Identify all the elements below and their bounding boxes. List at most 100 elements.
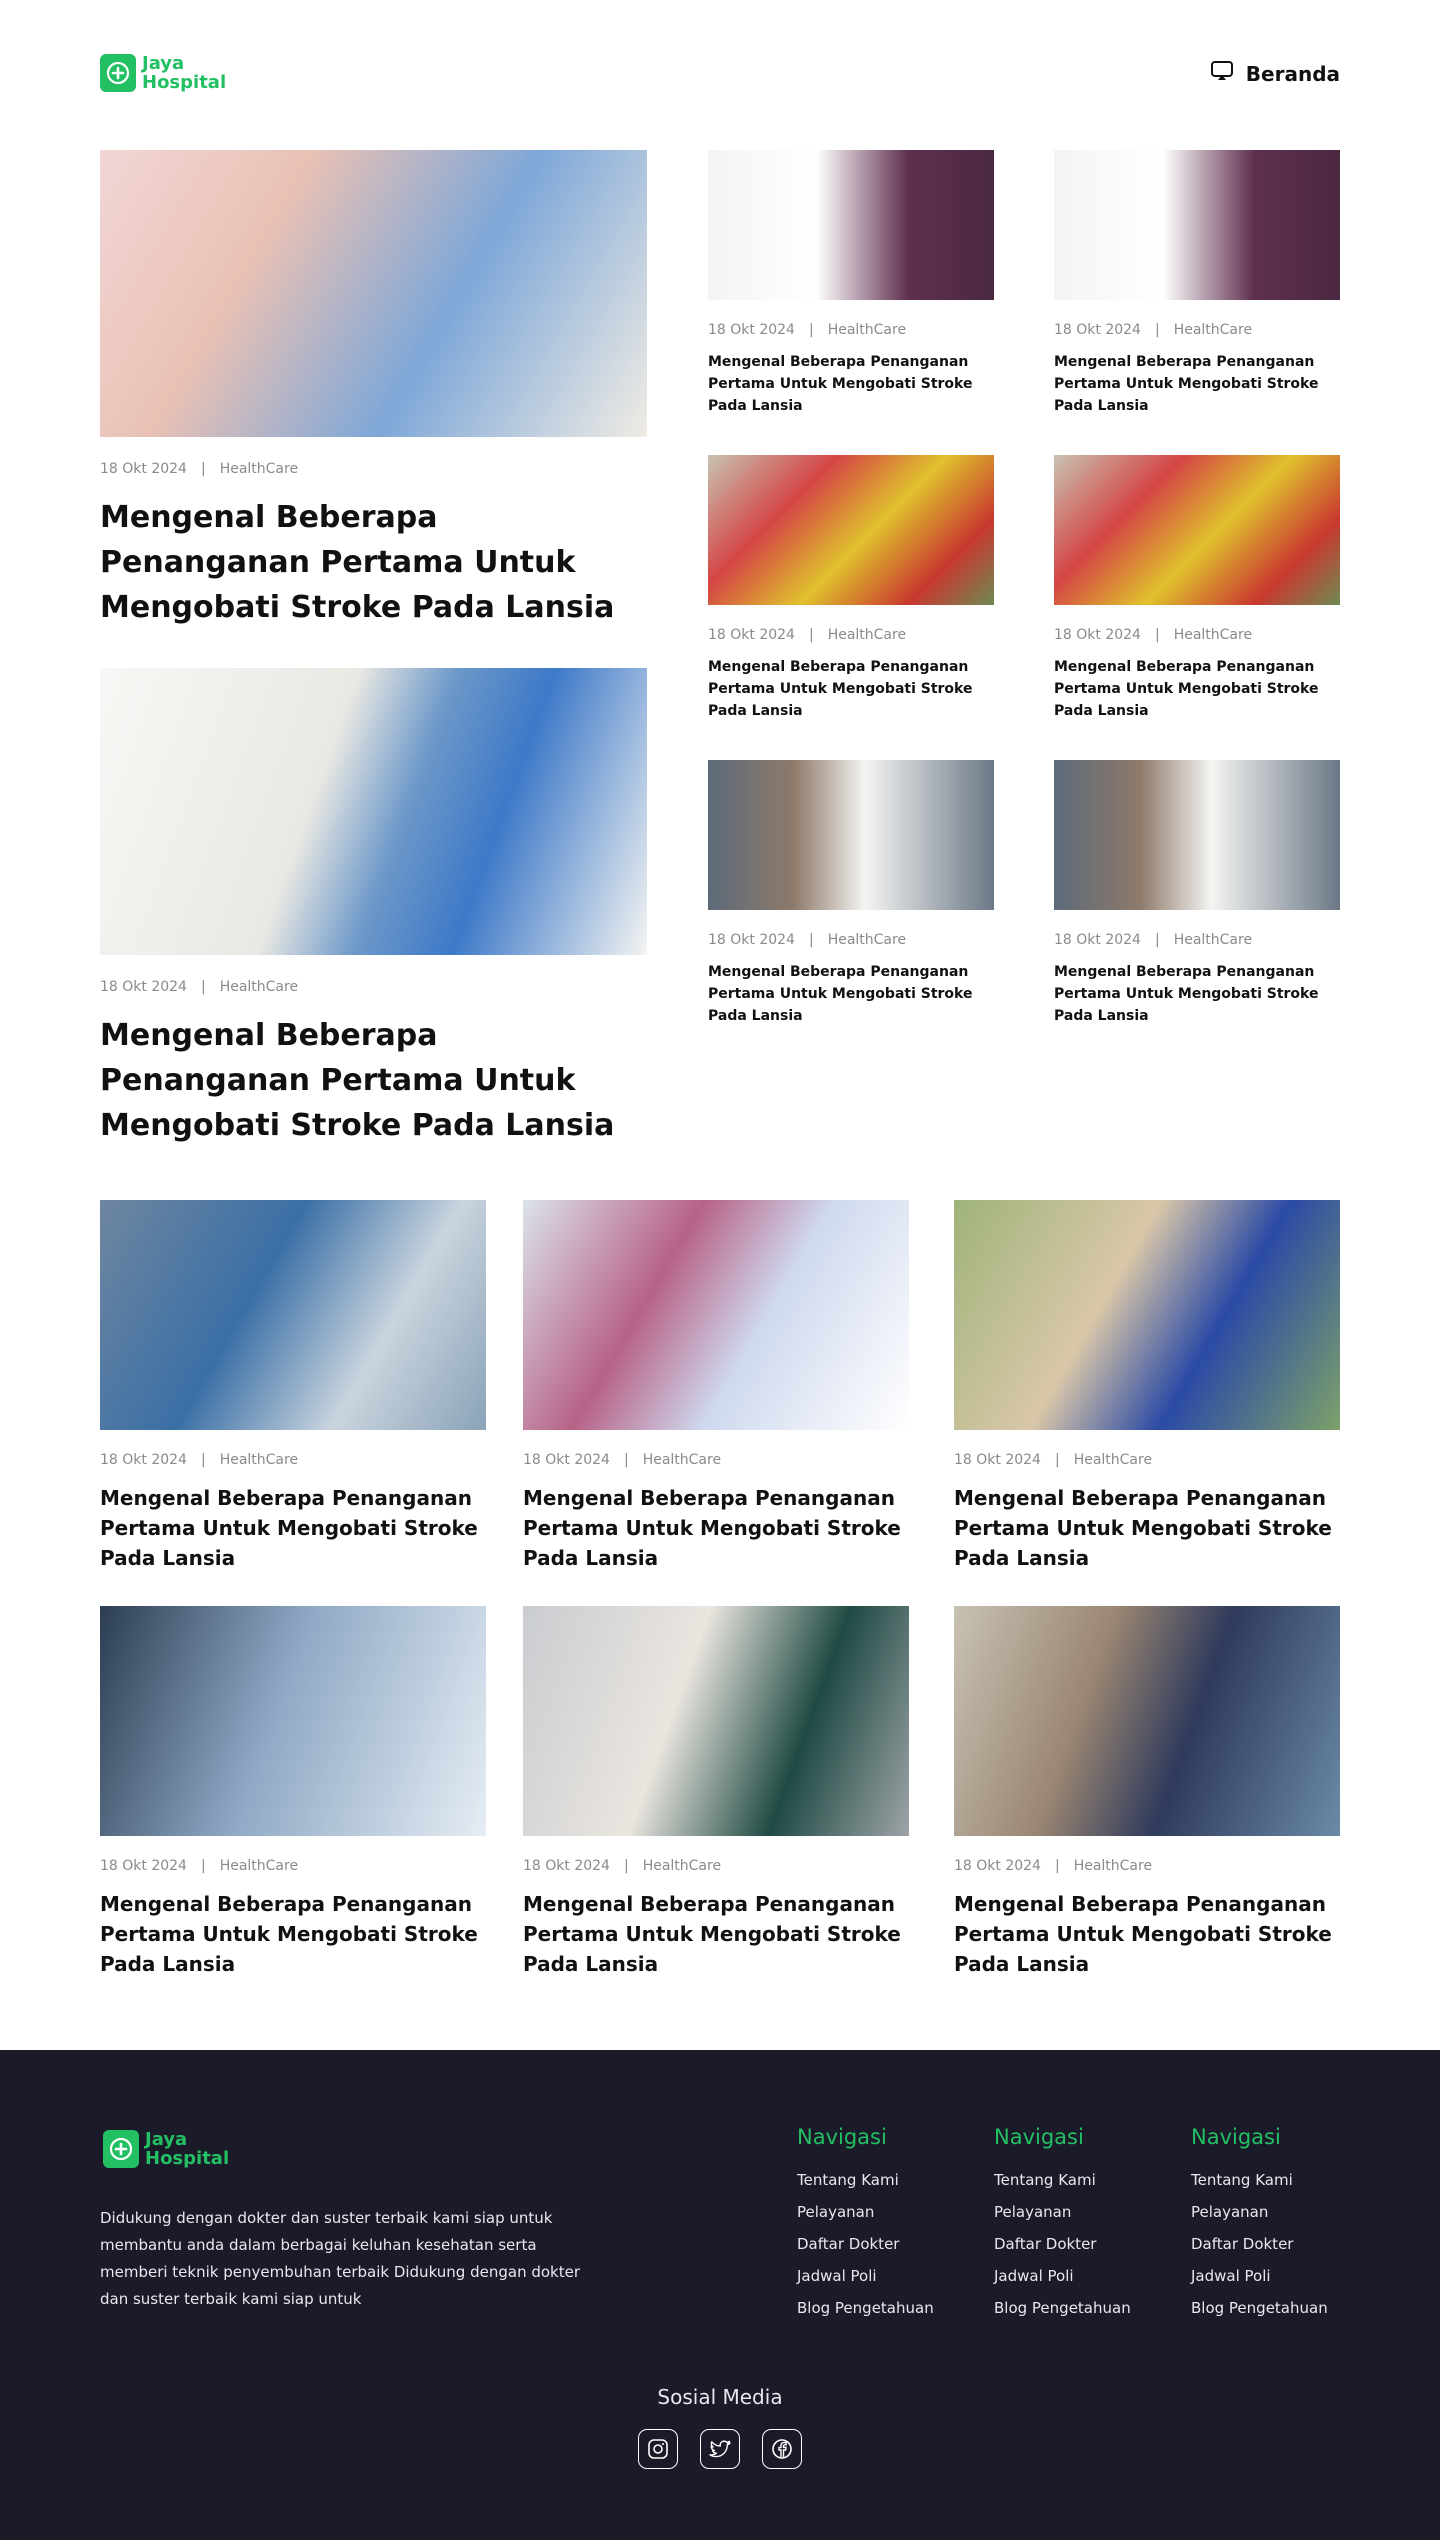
logo-text: Jaya Hospital: [142, 54, 226, 92]
grid-article-2[interactable]: 18 Okt 2024 | HealthCare Mengenal Beberapa…: [523, 1200, 909, 1573]
small-article-1[interactable]: 18 Okt 2024 | HealthCare Mengenal Beberapa…: [708, 150, 994, 417]
article-meta: 18 Okt 2024 | HealthCare: [708, 627, 994, 643]
article-date: 18 Okt 2024: [100, 1452, 187, 1468]
footer-link-pelayanan[interactable]: Pelayanan: [994, 2203, 1174, 2221]
logo-line-2: Hospital: [145, 2148, 230, 2169]
footer-link-daftar-dokter[interactable]: Daftar Dokter: [797, 2235, 977, 2253]
article-meta: 18 Okt 2024 | HealthCare: [708, 322, 994, 338]
grid-article-6[interactable]: 18 Okt 2024 | HealthCare Mengenal Beberapa…: [954, 1606, 1340, 1979]
article-title[interactable]: Mengenal Beberapa Penanganan Pertama Unt…: [1054, 351, 1340, 417]
article-category: HealthCare: [219, 461, 299, 477]
article-date: 18 Okt 2024: [100, 979, 187, 995]
meta-separator: |: [808, 932, 814, 948]
featured-article-2[interactable]: 18 Okt 2024 | HealthCare Mengenal Beberapa…: [100, 668, 647, 1148]
article-category: HealthCare: [1073, 1452, 1153, 1468]
grid-article-5[interactable]: 18 Okt 2024 | HealthCare Mengenal Beberapa…: [523, 1606, 909, 1979]
hospital-cross-icon: [100, 54, 136, 92]
nav-home-link[interactable]: Beranda: [1210, 60, 1340, 87]
meta-separator: |: [200, 1452, 206, 1468]
facebook-icon[interactable]: [762, 2429, 802, 2469]
article-meta: 18 Okt 2024 | HealthCare: [1054, 932, 1340, 948]
article-title[interactable]: Mengenal Beberapa Penanganan Pertama Unt…: [954, 1889, 1340, 1979]
social-heading: Sosial Media: [657, 2385, 783, 2409]
meta-separator: |: [200, 1858, 206, 1874]
footer-link-pelayanan[interactable]: Pelayanan: [797, 2203, 977, 2221]
footer-link-tentang-kami[interactable]: Tentang Kami: [994, 2171, 1174, 2189]
article-date: 18 Okt 2024: [523, 1858, 610, 1874]
article-title[interactable]: Mengenal Beberapa Penanganan Pertama Unt…: [100, 1013, 647, 1148]
article-title[interactable]: Mengenal Beberapa Penanganan Pertama Unt…: [708, 351, 994, 417]
article-image: [523, 1606, 909, 1836]
footer-nav-column-2: Navigasi Tentang Kami Pelayanan Daftar D…: [994, 2125, 1174, 2331]
logo-line-2: Hospital: [142, 72, 227, 93]
instagram-icon[interactable]: [638, 2429, 678, 2469]
article-image: [100, 150, 647, 437]
article-title[interactable]: Mengenal Beberapa Penanganan Pertama Unt…: [1054, 961, 1340, 1027]
article-date: 18 Okt 2024: [1054, 627, 1141, 643]
article-meta: 18 Okt 2024 | HealthCare: [100, 1452, 486, 1468]
article-category: HealthCare: [1173, 932, 1253, 948]
small-article-5[interactable]: 18 Okt 2024 | HealthCare Mengenal Beberapa…: [708, 760, 994, 1027]
article-category: HealthCare: [1073, 1858, 1153, 1874]
meta-separator: |: [1154, 322, 1160, 338]
small-article-3[interactable]: 18 Okt 2024 | HealthCare Mengenal Beberapa…: [708, 455, 994, 722]
article-category: HealthCare: [642, 1452, 722, 1468]
footer-link-tentang-kami[interactable]: Tentang Kami: [797, 2171, 977, 2189]
footer-nav-heading: Navigasi: [994, 2125, 1084, 2149]
article-title[interactable]: Mengenal Beberapa Penanganan Pertama Unt…: [954, 1483, 1340, 1573]
footer-link-tentang-kami[interactable]: Tentang Kami: [1191, 2171, 1371, 2189]
article-title[interactable]: Mengenal Beberapa Penanganan Pertama Unt…: [523, 1889, 909, 1979]
article-category: HealthCare: [827, 932, 907, 948]
footer-nav-column-1: Navigasi Tentang Kami Pelayanan Daftar D…: [797, 2125, 977, 2331]
grid-article-1[interactable]: 18 Okt 2024 | HealthCare Mengenal Beberapa…: [100, 1200, 486, 1573]
article-title[interactable]: Mengenal Beberapa Penanganan Pertama Unt…: [523, 1483, 909, 1573]
article-meta: 18 Okt 2024 | HealthCare: [1054, 627, 1340, 643]
article-title[interactable]: Mengenal Beberapa Penanganan Pertama Unt…: [708, 656, 994, 722]
footer-link-daftar-dokter[interactable]: Daftar Dokter: [994, 2235, 1174, 2253]
article-title[interactable]: Mengenal Beberapa Penanganan Pertama Unt…: [100, 1889, 486, 1979]
twitter-icon[interactable]: [700, 2429, 740, 2469]
article-image: [954, 1200, 1340, 1430]
article-meta: 18 Okt 2024 | HealthCare: [523, 1858, 909, 1874]
site-footer: Jaya Hospital Didukung dengan dokter dan…: [0, 2050, 1440, 2540]
footer-link-jadwal-poli[interactable]: Jadwal Poli: [1191, 2267, 1371, 2285]
footer-link-blog[interactable]: Blog Pengetahuan: [1191, 2299, 1371, 2317]
article-image: [708, 455, 994, 605]
article-category: HealthCare: [827, 627, 907, 643]
footer-link-blog[interactable]: Blog Pengetahuan: [797, 2299, 977, 2317]
small-article-2[interactable]: 18 Okt 2024 | HealthCare Mengenal Beberapa…: [1054, 150, 1340, 417]
small-article-6[interactable]: 18 Okt 2024 | HealthCare Mengenal Beberapa…: [1054, 760, 1340, 1027]
footer-link-daftar-dokter[interactable]: Daftar Dokter: [1191, 2235, 1371, 2253]
nav-home-label: Beranda: [1245, 61, 1340, 86]
social-media-section: Sosial Media: [0, 2385, 1440, 2469]
footer-link-pelayanan[interactable]: Pelayanan: [1191, 2203, 1371, 2221]
meta-separator: |: [808, 627, 814, 643]
article-date: 18 Okt 2024: [708, 932, 795, 948]
article-category: HealthCare: [827, 322, 907, 338]
article-category: HealthCare: [642, 1858, 722, 1874]
featured-section: 18 Okt 2024 | HealthCare Mengenal Beberapa…: [0, 150, 1440, 1200]
article-title[interactable]: Mengenal Beberapa Penanganan Pertama Unt…: [100, 1483, 486, 1573]
article-title[interactable]: Mengenal Beberapa Penanganan Pertama Unt…: [708, 961, 994, 1027]
grid-article-4[interactable]: 18 Okt 2024 | HealthCare Mengenal Beberapa…: [100, 1606, 486, 1979]
article-category: HealthCare: [219, 1452, 299, 1468]
article-image: [708, 150, 994, 300]
article-title[interactable]: Mengenal Beberapa Penanganan Pertama Unt…: [100, 495, 647, 630]
small-article-4[interactable]: 18 Okt 2024 | HealthCare Mengenal Beberapa…: [1054, 455, 1340, 722]
article-title[interactable]: Mengenal Beberapa Penanganan Pertama Unt…: [1054, 656, 1340, 722]
featured-article-1[interactable]: 18 Okt 2024 | HealthCare Mengenal Beberapa…: [100, 150, 647, 630]
article-meta: 18 Okt 2024 | HealthCare: [100, 461, 647, 477]
article-date: 18 Okt 2024: [1054, 932, 1141, 948]
grid-article-3[interactable]: 18 Okt 2024 | HealthCare Mengenal Beberapa…: [954, 1200, 1340, 1573]
meta-separator: |: [1054, 1452, 1060, 1468]
footer-logo[interactable]: Jaya Hospital: [103, 2130, 229, 2168]
article-meta: 18 Okt 2024 | HealthCare: [523, 1452, 909, 1468]
footer-nav-column-3: Navigasi Tentang Kami Pelayanan Daftar D…: [1191, 2125, 1371, 2331]
footer-link-blog[interactable]: Blog Pengetahuan: [994, 2299, 1174, 2317]
footer-link-jadwal-poli[interactable]: Jadwal Poli: [797, 2267, 977, 2285]
site-logo[interactable]: Jaya Hospital: [100, 54, 226, 92]
social-icons: [0, 2429, 1440, 2469]
article-category: HealthCare: [1173, 322, 1253, 338]
footer-link-jadwal-poli[interactable]: Jadwal Poli: [994, 2267, 1174, 2285]
article-image: [708, 760, 994, 910]
